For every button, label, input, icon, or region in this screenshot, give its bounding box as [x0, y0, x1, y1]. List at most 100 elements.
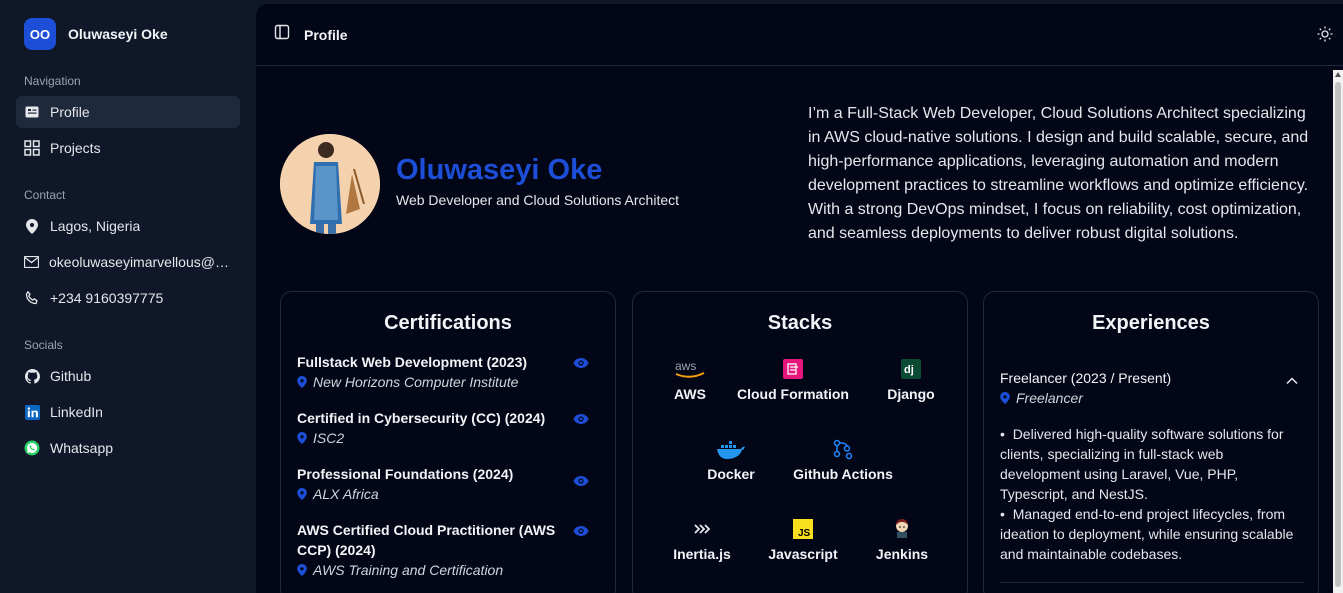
map-pin-icon — [24, 218, 40, 234]
experience-bullet: Managed end-to-end project lifecycles, f… — [1000, 504, 1304, 564]
view-eye-icon[interactable] — [573, 474, 589, 492]
social-whatsapp[interactable]: Whatsapp — [16, 432, 240, 464]
contact-phone[interactable]: +234 9160397775 — [16, 282, 240, 314]
contact-email[interactable]: okeoluwaseyimarvellous@gmail.com — [16, 246, 240, 278]
sidebar-item-label: Projects — [50, 140, 101, 156]
navigation-group-label: Navigation — [24, 74, 81, 88]
stacks-title: Stacks — [767, 312, 833, 334]
stack-item-javascript: JS Javascript — [761, 518, 845, 562]
experiences-card: Experiences Freelancer (2023 / Present) … — [983, 291, 1319, 593]
certification-issuer-row: ALX Africa — [297, 484, 597, 504]
experience-company: Freelancer — [1016, 390, 1083, 406]
certification-name: Certified in Cybersecurity (CC) (2024) — [297, 410, 546, 426]
brand[interactable]: OO Oluwaseyi Oke — [16, 18, 240, 50]
stack-label: Github Actions — [793, 466, 893, 482]
contact-location[interactable]: Lagos, Nigeria — [16, 210, 240, 242]
map-pin-icon — [297, 432, 307, 444]
divider — [1000, 582, 1304, 583]
id-card-icon — [24, 104, 40, 120]
docker-icon — [699, 438, 763, 460]
social-label: Whatsapp — [50, 440, 114, 456]
main-panel: Profile Oluwaseyi Oke Web Developer and … — [256, 4, 1343, 593]
contact-label: +234 9160397775 — [50, 290, 164, 306]
contact-label: Lagos, Nigeria — [50, 218, 141, 234]
svg-text:JS: JS — [798, 528, 811, 539]
certification-name: AWS Certified Cloud Practitioner (AWS CC… — [297, 522, 556, 558]
certification-issuer: ISC2 — [313, 430, 345, 446]
profile-role: Web Developer and Cloud Solutions Archit… — [396, 192, 680, 208]
socials-group-label: Socials — [24, 338, 63, 352]
map-pin-icon — [297, 376, 307, 388]
brand-logo: OO — [24, 18, 56, 50]
cloudformation-icon — [733, 358, 853, 380]
contact-group-label: Contact — [24, 188, 66, 202]
stack-item-github-actions: Github Actions — [783, 438, 903, 482]
contact-label: okeoluwaseyimarvellous@gmail.com — [49, 254, 232, 270]
sidebar-toggle-icon[interactable] — [274, 24, 290, 45]
stack-label: AWS — [674, 386, 706, 402]
stack-label: Cloud Formation — [737, 386, 849, 402]
scrollbar-thumb[interactable] — [1335, 82, 1341, 587]
certification-name: Professional Foundations (2024) — [297, 466, 514, 482]
profile-name: Oluwaseyi Oke — [396, 154, 603, 186]
social-label: Github — [50, 368, 92, 384]
aws-icon: aws — [665, 358, 715, 380]
certification-item: Certified in Cybersecurity (CC) (2024) I… — [297, 408, 597, 448]
view-eye-icon[interactable] — [573, 356, 589, 374]
grid-icon — [24, 140, 40, 156]
map-pin-icon — [1000, 392, 1010, 404]
linkedin-icon — [24, 404, 40, 420]
profile-hero: Oluwaseyi Oke Web Developer and Cloud So… — [280, 102, 1320, 272]
javascript-icon: JS — [761, 518, 845, 540]
experience-role: Freelancer (2023 / Present) — [1000, 370, 1172, 386]
sidebar-item-label: Profile — [50, 104, 90, 120]
svg-text:dj: dj — [904, 364, 914, 376]
certifications-title: Certifications — [384, 312, 512, 334]
django-icon: dj — [881, 358, 941, 380]
scroll-up-arrow-icon[interactable] — [1335, 72, 1341, 77]
avatar — [280, 134, 380, 234]
whatsapp-icon — [24, 440, 40, 456]
sidebar: OO Oluwaseyi Oke Navigation Profile Proj… — [0, 0, 256, 593]
view-eye-icon[interactable] — [573, 412, 589, 430]
mail-icon — [24, 254, 39, 270]
stack-item-jenkins: Jenkins — [871, 518, 933, 562]
stack-label: Docker — [707, 466, 755, 482]
experience-bullet: Delivered high-quality software solution… — [1000, 424, 1304, 504]
view-eye-icon[interactable] — [573, 524, 589, 542]
certification-issuer: New Horizons Computer Institute — [313, 374, 519, 390]
inertiajs-icon — [667, 518, 737, 540]
svg-text:aws: aws — [675, 359, 696, 373]
github-actions-icon — [783, 438, 903, 460]
vertical-scrollbar[interactable] — [1333, 70, 1343, 593]
stack-label: Javascript — [768, 546, 838, 562]
stack-label: Django — [887, 386, 935, 402]
page-title: Profile — [304, 26, 348, 43]
jenkins-icon — [871, 518, 933, 540]
phone-icon — [24, 290, 40, 306]
certification-issuer-row: ISC2 — [297, 428, 597, 448]
sidebar-item-profile[interactable]: Profile — [16, 96, 240, 128]
stack-item-inertiajs: Inertia.js — [667, 518, 737, 562]
certification-name: Fullstack Web Development (2023) — [297, 354, 528, 370]
collapse-chevron-up-icon[interactable] — [1286, 372, 1298, 390]
certification-item: AWS Certified Cloud Practitioner (AWS CC… — [297, 520, 597, 580]
stack-item-docker: Docker — [699, 438, 763, 482]
theme-toggle-sun-icon[interactable] — [1317, 26, 1333, 47]
map-pin-icon — [297, 488, 307, 500]
profile-bio: I’m a Full-Stack Web Developer, Cloud So… — [808, 105, 1309, 242]
certification-issuer: AWS Training and Certification — [313, 562, 504, 578]
stack-item-cloudformation: Cloud Formation — [733, 358, 853, 402]
social-linkedin[interactable]: LinkedIn — [16, 396, 240, 428]
experience-item: Freelancer (2023 / Present) Freelancer D… — [1000, 368, 1304, 583]
sidebar-item-projects[interactable]: Projects — [16, 132, 240, 164]
stack-label: Inertia.js — [673, 546, 731, 562]
certification-item: Fullstack Web Development (2023) New Hor… — [297, 352, 597, 392]
stack-item-django: dj Django — [881, 358, 941, 402]
experiences-title: Experiences — [1092, 312, 1210, 334]
certification-issuer-row: New Horizons Computer Institute — [297, 372, 597, 392]
social-github[interactable]: Github — [16, 360, 240, 392]
map-pin-icon — [297, 564, 307, 576]
experience-bullets: Delivered high-quality software solution… — [1000, 424, 1304, 564]
certifications-card: Certifications Fullstack Web Development… — [280, 291, 616, 593]
